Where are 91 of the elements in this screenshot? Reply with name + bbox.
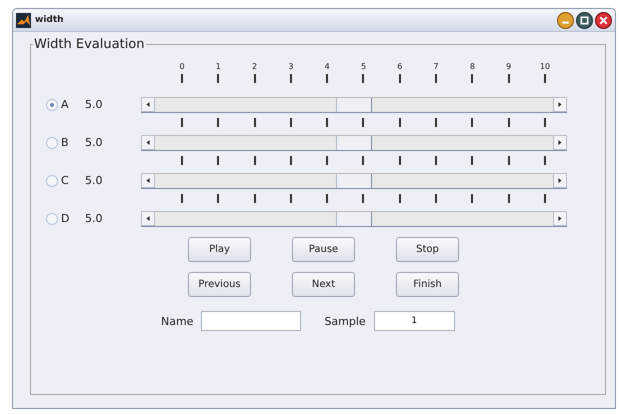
- tick-mark: [544, 118, 546, 127]
- sample-field[interactable]: 1: [374, 311, 455, 331]
- tick-mark: [471, 194, 474, 203]
- tick-mark: [508, 118, 510, 127]
- tick-mark: [290, 74, 292, 83]
- tick-mark: [217, 74, 220, 83]
- scale-label: 3: [287, 62, 294, 71]
- radio-button[interactable]: [46, 136, 58, 148]
- scale-label: 2: [251, 62, 258, 71]
- panel-title: Width Evaluation: [33, 37, 146, 52]
- scale-label: 4: [324, 62, 331, 71]
- scale-label: 9: [505, 62, 512, 71]
- tick-mark: [398, 156, 401, 165]
- tick-mark: [362, 118, 364, 127]
- tick-mark: [290, 118, 292, 127]
- tick-mark: [326, 74, 328, 83]
- tick-mark: [181, 74, 183, 83]
- value-label: 5.0: [85, 136, 102, 149]
- slider[interactable]: [141, 134, 567, 150]
- tick-mark: [544, 74, 546, 83]
- slider-thumb[interactable]: [336, 174, 372, 188]
- tick-mark: [398, 118, 401, 127]
- scale-label: 8: [468, 62, 476, 71]
- tick-mark: [326, 156, 328, 165]
- tick-mark: [181, 156, 183, 165]
- tick-mark: [326, 194, 328, 203]
- value-label: 5.0: [85, 98, 102, 111]
- maximize-icon[interactable]: [576, 12, 593, 28]
- option-label: D: [61, 212, 70, 225]
- option-label: A: [61, 98, 70, 111]
- close-icon[interactable]: [595, 12, 612, 28]
- tick-mark: [362, 74, 364, 83]
- radio-button[interactable]: [46, 212, 58, 224]
- tick-mark: [508, 74, 510, 83]
- slider[interactable]: [141, 96, 567, 112]
- tick-mark: [362, 194, 364, 203]
- tick-mark: [435, 194, 438, 203]
- push-button[interactable]: Pause: [292, 237, 355, 262]
- push-button[interactable]: Next: [292, 272, 355, 297]
- tick-mark: [181, 194, 183, 203]
- option-label: C: [61, 174, 70, 187]
- app-icon: [16, 12, 31, 28]
- push-button[interactable]: Previous: [188, 272, 251, 297]
- slider[interactable]: [141, 172, 567, 188]
- tick-mark: [544, 194, 546, 203]
- tick-mark: [471, 118, 474, 127]
- tick-mark: [398, 194, 401, 203]
- push-button[interactable]: Finish: [396, 272, 459, 297]
- tick-mark: [508, 194, 510, 203]
- value-label: 5.0: [85, 174, 102, 187]
- tick-mark: [290, 194, 292, 203]
- slider-thumb[interactable]: [336, 136, 372, 150]
- radio-button[interactable]: [46, 98, 58, 110]
- tick-mark: [435, 74, 438, 83]
- slider[interactable]: [141, 210, 567, 226]
- tick-mark: [254, 74, 256, 83]
- tick-mark: [217, 194, 220, 203]
- tick-mark: [290, 156, 292, 165]
- tick-mark: [254, 194, 256, 203]
- field-label: Name: [161, 314, 194, 328]
- tick-mark: [217, 118, 220, 127]
- slider-thumb[interactable]: [336, 212, 372, 226]
- tick-mark: [471, 156, 474, 165]
- tick-mark: [254, 156, 256, 165]
- tick-mark: [435, 118, 438, 127]
- window-title: width: [35, 15, 64, 25]
- value-label: 5.0: [85, 212, 102, 225]
- scale-label: 10: [538, 62, 552, 71]
- name-field[interactable]: [201, 311, 302, 331]
- tick-mark: [181, 118, 183, 127]
- tick-mark: [471, 74, 474, 83]
- tick-mark: [254, 118, 256, 127]
- scale-label: 1: [214, 62, 222, 71]
- option-label: B: [61, 136, 70, 149]
- tick-mark: [362, 156, 364, 165]
- scale-label: 0: [178, 62, 186, 71]
- tick-mark: [435, 156, 438, 165]
- scale-label: 5: [360, 62, 368, 71]
- scale-label: 7: [432, 62, 440, 71]
- slider-thumb[interactable]: [336, 98, 372, 112]
- tick-mark: [508, 156, 510, 165]
- push-button[interactable]: Stop: [396, 237, 459, 262]
- scale-label: 6: [396, 62, 404, 71]
- push-button[interactable]: Play: [188, 237, 251, 262]
- field-label: Sample: [324, 314, 366, 328]
- minimize-icon[interactable]: [557, 12, 574, 28]
- tick-mark: [398, 74, 401, 83]
- tick-mark: [217, 156, 220, 165]
- tick-mark: [544, 156, 546, 165]
- radio-button[interactable]: [46, 174, 58, 186]
- tick-mark: [326, 118, 328, 127]
